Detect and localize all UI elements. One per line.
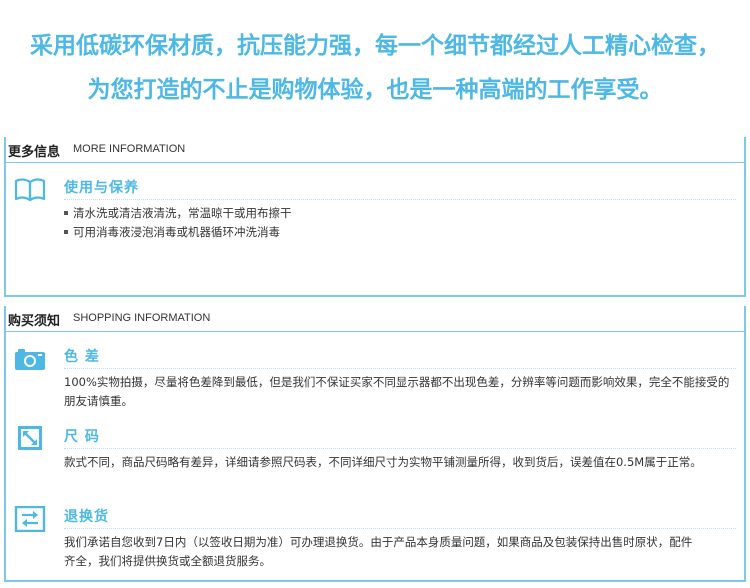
usage-bullet-1: 清水洗或清洁液清洗，常温晾干或用布擦干 bbox=[64, 204, 734, 223]
header-rule bbox=[6, 162, 744, 163]
color-difference-title: 色 差 bbox=[64, 349, 100, 365]
hero-banner: 采用低碳环保材质，抗压能力强，每一个细节都经过人工精心检查， 为您打造的不止是购… bbox=[0, 0, 750, 122]
returns-text: 我们承诺自您收到7日内（以签收日期为准）可办理退换货。由于产品本身质量问题，如果… bbox=[64, 535, 693, 568]
shopping-info-panel: 购买须知 SHOPPING INFORMATION 色 差 100%实物拍摄，尽… bbox=[4, 306, 746, 582]
resize-icon bbox=[18, 426, 42, 450]
color-difference-divider bbox=[64, 368, 736, 369]
color-difference-text: 100%实物拍摄，尽量将色差降到最低，但是我们不保证买家不同显示器都不出现色差，… bbox=[64, 375, 730, 408]
more-info-panel: 更多信息 MORE INFORMATION 使用与保养 清水洗或清洁液清洗，常温… bbox=[4, 137, 746, 297]
shopping-info-title-en: SHOPPING INFORMATION bbox=[73, 312, 211, 324]
size-title: 尺 码 bbox=[64, 429, 100, 445]
shopping-info-title-cn: 购买须知 bbox=[8, 314, 61, 329]
size-divider bbox=[64, 448, 736, 449]
usage-bullet-2: 可用消毒液浸泡消毒或机器循环冲洗消毒 bbox=[64, 223, 734, 242]
returns-title: 退换货 bbox=[64, 509, 109, 525]
size-text: 款式不同，商品尺码略有差异，详细请参照尺码表，不同详细尺寸为实物平铺测量所得，收… bbox=[64, 455, 702, 469]
exchange-icon bbox=[14, 506, 46, 532]
usage-title: 使用与保养 bbox=[64, 180, 139, 196]
shopping-info-header: 购买须知 SHOPPING INFORMATION bbox=[6, 306, 744, 332]
camera-icon bbox=[15, 349, 45, 370]
header-rule bbox=[6, 331, 744, 332]
open-book-icon bbox=[14, 178, 46, 202]
more-info-header: 更多信息 MORE INFORMATION bbox=[6, 137, 744, 163]
usage-divider bbox=[64, 199, 736, 200]
returns-divider bbox=[64, 528, 736, 529]
hero-line-2: 为您打造的不止是购物体验，也是一种高端的工作享受。 bbox=[87, 77, 663, 103]
hero-line-1: 采用低碳环保材质，抗压能力强，每一个细节都经过人工精心检查， bbox=[30, 33, 720, 59]
more-info-title-en: MORE INFORMATION bbox=[73, 143, 186, 155]
more-info-title-cn: 更多信息 bbox=[8, 145, 61, 160]
usage-body: 清水洗或清洁液清洗，常温晾干或用布擦干 可用消毒液浸泡消毒或机器循环冲洗消毒 bbox=[64, 204, 734, 242]
